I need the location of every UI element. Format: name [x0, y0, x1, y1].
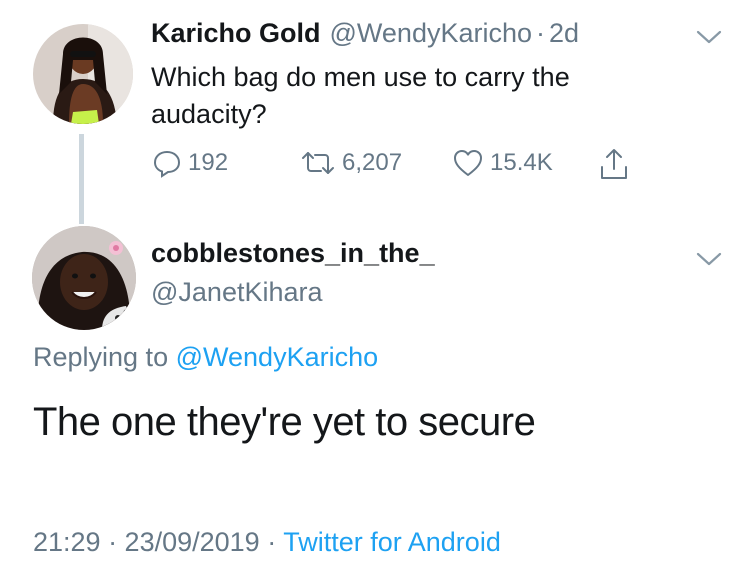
parent-avatar[interactable]	[33, 24, 133, 124]
chevron-down-icon[interactable]	[695, 28, 723, 46]
reply-handle[interactable]: @JanetKihara	[151, 277, 323, 308]
reply-button[interactable]: 192	[152, 146, 228, 180]
meta-separator: ·	[267, 527, 277, 557]
like-count: 15.4K	[490, 149, 553, 176]
retweet-count: 6,207	[342, 149, 403, 176]
parent-time-ago[interactable]: 2d	[549, 18, 579, 49]
share-icon	[598, 147, 630, 181]
reply-icon	[152, 148, 182, 178]
reply-count: 192	[188, 149, 229, 176]
reply-display-name[interactable]: cobblestones_in_the_	[151, 238, 435, 269]
parent-display-name[interactable]: Karicho Gold	[151, 18, 321, 49]
replying-to-handle[interactable]: @WendyKaricho	[176, 342, 379, 372]
replying-to: Replying to @WendyKaricho	[33, 342, 378, 373]
replying-prefix: Replying to	[33, 342, 169, 372]
parent-header: Karicho Gold @WendyKaricho · 2d	[151, 18, 579, 54]
retweet-button[interactable]: 6,207	[300, 146, 402, 180]
retweet-icon	[300, 148, 336, 178]
parent-tweet-text: Which bag do men use to carry the audaci…	[151, 62, 570, 129]
share-button[interactable]	[598, 146, 630, 182]
tweet-meta: 21:29 · 23/09/2019 · Twitter for Android	[33, 527, 501, 558]
tweet-source[interactable]: Twitter for Android	[283, 527, 501, 557]
reply-avatar[interactable]	[32, 226, 136, 330]
like-icon	[452, 148, 484, 178]
tweet-timestamp[interactable]: 21:29 · 23/09/2019	[33, 527, 260, 557]
parent-handle[interactable]: @WendyKaricho	[330, 18, 533, 49]
like-button[interactable]: 15.4K	[452, 146, 553, 180]
chevron-down-icon[interactable]	[695, 250, 723, 268]
thread-line	[79, 134, 84, 224]
parent-separator: ·	[536, 18, 546, 48]
reply-tweet-text: The one they're yet to secure	[33, 400, 536, 444]
